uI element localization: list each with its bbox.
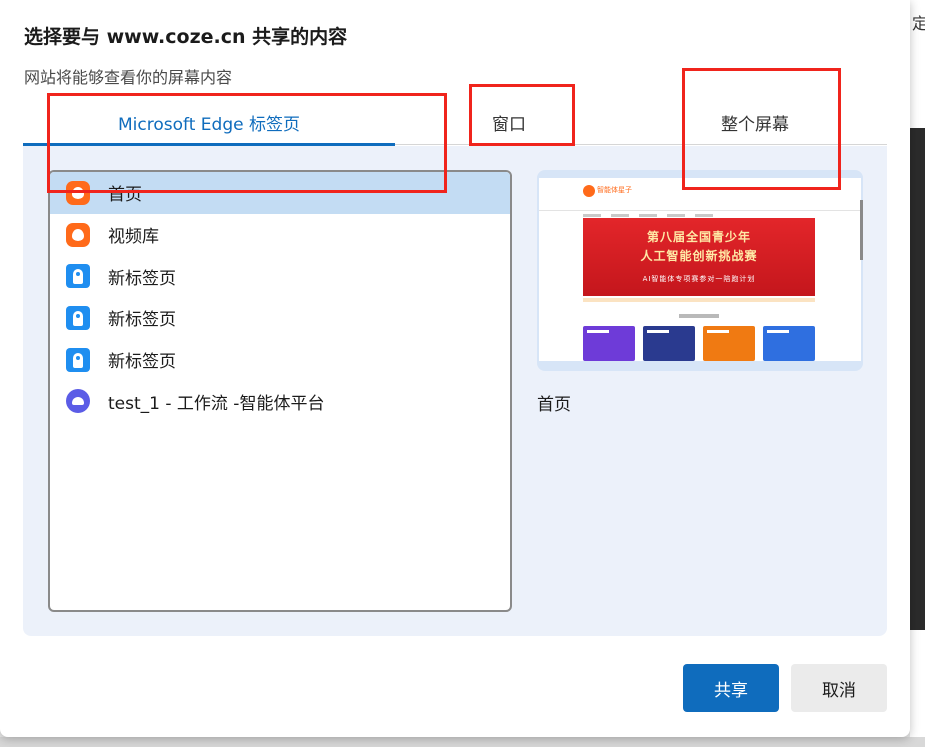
tab-edge-tabs-label: Microsoft Edge 标签页: [118, 115, 300, 135]
preview-section-title: [679, 314, 719, 318]
preview-notice: [583, 298, 815, 302]
list-item[interactable]: 新标签页: [50, 297, 510, 339]
share-source-tabs: Microsoft Edge 标签页 窗口 整个屏幕: [23, 100, 887, 146]
share-button[interactable]: 共享: [683, 664, 779, 712]
edge-new-tab-icon: [66, 264, 90, 289]
edge-new-tab-icon: [66, 305, 90, 330]
coze-logo-icon: [66, 222, 90, 247]
tab-window-label: 窗口: [492, 115, 526, 135]
preview-card: [583, 326, 635, 361]
preview-banner: 第八届全国青少年 人工智能创新挑战赛 AI智能体专项赛参对一陪跑计划: [583, 218, 815, 296]
preview-card: [703, 326, 755, 361]
agent-platform-icon: [66, 389, 90, 414]
list-item[interactable]: test_1 - 工作流 -智能体平台: [50, 380, 510, 422]
site-logo-icon: [583, 185, 595, 197]
background-bottom: [0, 737, 925, 747]
tab-entire-screen[interactable]: 整个屏幕: [623, 100, 887, 145]
list-item[interactable]: 视频库: [50, 214, 510, 256]
preview-divider: [539, 210, 861, 211]
list-item[interactable]: 新标签页: [50, 339, 510, 381]
background-page-dark-area: [910, 128, 925, 630]
list-item-label: test_1 - 工作流 -智能体平台: [108, 393, 325, 414]
edge-new-tab-icon: [66, 347, 90, 372]
list-item-label: 首页: [108, 185, 142, 206]
preview-banner-line3: AI智能体专项赛参对一陪跑计划: [642, 275, 756, 283]
preview-card: [643, 326, 695, 361]
coze-logo-icon: [66, 180, 90, 205]
list-item-label: 新标签页: [108, 352, 176, 373]
screen-share-dialog: 选择要与 www.coze.cn 共享的内容 网站将能够查看你的屏幕内容 Mic…: [0, 0, 910, 737]
preview-nav: [583, 202, 843, 217]
share-content-panel: 首页 视频库 新标签页 新标签页 新标签页 test_1 - 工作流 -智能体平…: [23, 146, 887, 636]
tab-window[interactable]: 窗口: [395, 100, 623, 145]
preview-caption: 首页: [537, 395, 571, 415]
tab-edge-tabs[interactable]: Microsoft Edge 标签页: [23, 100, 395, 146]
dialog-subtitle: 网站将能够查看你的屏幕内容: [24, 68, 233, 87]
preview-site-name: 智能体星子: [597, 186, 632, 194]
preview-banner-line1: 第八届全国青少年: [646, 230, 751, 244]
list-item-label: 新标签页: [108, 268, 176, 289]
list-item[interactable]: 首页: [50, 172, 510, 214]
preview-banner-line2: 人工智能创新挑战赛: [640, 249, 758, 263]
cancel-button[interactable]: 取消: [791, 664, 887, 712]
tab-preview-thumbnail: 智能体星子 第八届全国青少年 人工智能创新挑战赛 AI智能体专项赛参对一陪跑计划: [537, 170, 863, 371]
preview-card: [763, 326, 815, 361]
list-item[interactable]: 新标签页: [50, 255, 510, 297]
background-page-text: 定: [912, 14, 925, 33]
dialog-title: 选择要与 www.coze.cn 共享的内容: [24, 26, 348, 48]
list-item-label: 新标签页: [108, 310, 176, 331]
preview-scrollbar: [860, 200, 863, 260]
preview-page: 智能体星子 第八届全国青少年 人工智能创新挑战赛 AI智能体专项赛参对一陪跑计划: [539, 178, 861, 361]
list-item-label: 视频库: [108, 227, 159, 248]
browser-tab-list[interactable]: 首页 视频库 新标签页 新标签页 新标签页 test_1 - 工作流 -智能体平…: [48, 170, 512, 612]
tab-entire-screen-label: 整个屏幕: [721, 115, 789, 135]
